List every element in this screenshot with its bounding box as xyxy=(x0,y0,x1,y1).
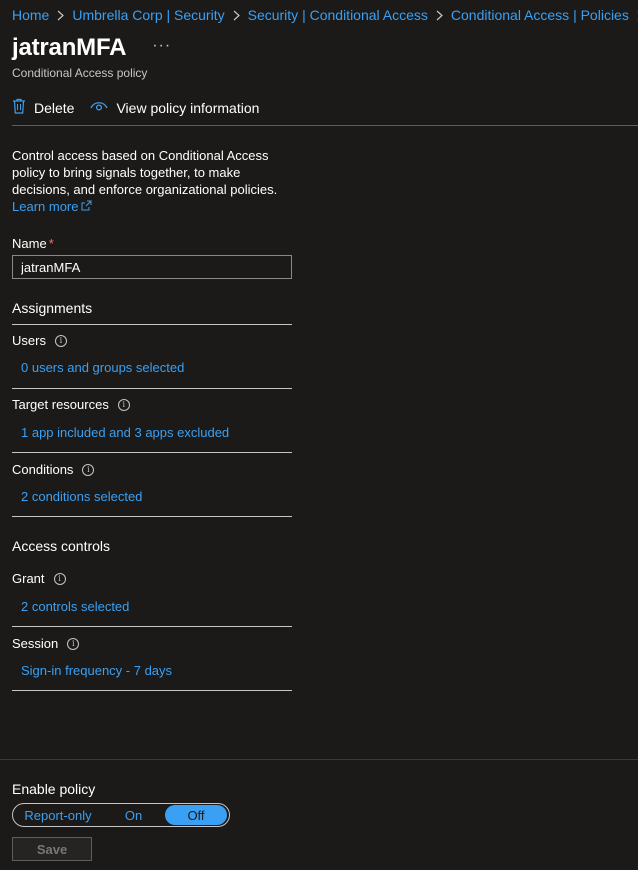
info-icon[interactable]: i xyxy=(117,398,130,411)
enable-policy-toggle: Report-only On Off xyxy=(12,803,230,827)
breadcrumb-security-conditional-access[interactable]: Security | Conditional Access xyxy=(248,7,428,23)
trash-icon xyxy=(12,98,26,117)
session-label-text: Session xyxy=(12,636,59,651)
more-options-button[interactable]: ··· xyxy=(152,37,171,55)
users-label: Users i xyxy=(12,333,67,348)
info-icon[interactable]: i xyxy=(54,334,67,347)
enable-policy-on[interactable]: On xyxy=(102,805,165,825)
required-marker: * xyxy=(48,236,54,251)
divider xyxy=(12,388,292,389)
access-controls-heading: Access controls xyxy=(12,538,111,554)
users-label-text: Users xyxy=(12,333,46,348)
name-label: Name * xyxy=(12,236,54,251)
learn-more-link[interactable]: Learn more xyxy=(12,198,92,215)
breadcrumb-home[interactable]: Home xyxy=(12,7,49,23)
conditions-label-text: Conditions xyxy=(12,462,74,477)
name-input[interactable] xyxy=(12,255,292,279)
view-policy-information-label: View policy information xyxy=(116,99,260,116)
breadcrumb: Home Umbrella Corp | Security Security |… xyxy=(12,7,638,23)
page-subtitle: Conditional Access policy xyxy=(12,66,148,80)
delete-button[interactable]: Delete xyxy=(12,98,74,123)
target-resources-label: Target resources i xyxy=(12,397,130,412)
grant-label: Grant i xyxy=(12,571,66,586)
delete-label: Delete xyxy=(34,99,75,116)
page-header: jatranMFA ··· xyxy=(12,34,171,62)
external-link-icon xyxy=(78,198,92,215)
learn-more-label: Learn more xyxy=(12,199,79,214)
save-button[interactable]: Save xyxy=(12,837,92,861)
info-icon[interactable]: i xyxy=(67,637,80,650)
info-icon[interactable]: i xyxy=(82,463,95,476)
target-resources-label-text: Target resources xyxy=(12,397,109,412)
target-resources-selection-link[interactable]: 1 app included and 3 apps excluded xyxy=(21,425,229,440)
footer-divider xyxy=(0,759,638,760)
session-selection-link[interactable]: Sign-in frequency - 7 days xyxy=(21,663,172,678)
enable-policy-report-only[interactable]: Report-only xyxy=(14,805,102,825)
page-title: jatranMFA xyxy=(12,34,127,61)
divider xyxy=(12,452,292,453)
command-bar: Delete View policy information xyxy=(12,96,638,126)
eye-icon xyxy=(90,100,109,115)
enable-policy-label: Enable policy xyxy=(12,781,96,797)
conditions-label: Conditions i xyxy=(12,462,95,477)
assignments-heading: Assignments xyxy=(12,300,93,316)
breadcrumb-conditional-access-policies[interactable]: Conditional Access | Policies xyxy=(451,7,629,23)
users-selection-link[interactable]: 0 users and groups selected xyxy=(21,360,184,375)
divider xyxy=(12,626,292,627)
divider xyxy=(12,690,292,691)
chevron-right-icon xyxy=(57,10,65,21)
info-icon[interactable]: i xyxy=(53,572,66,585)
grant-label-text: Grant xyxy=(12,571,45,586)
conditions-selection-link[interactable]: 2 conditions selected xyxy=(21,489,142,504)
chevron-right-icon xyxy=(233,10,240,21)
divider xyxy=(12,516,292,517)
enable-policy-off[interactable]: Off xyxy=(165,805,227,825)
intro-description: Control access based on Conditional Acce… xyxy=(12,147,292,215)
chevron-right-icon xyxy=(436,10,443,21)
grant-selection-link[interactable]: 2 controls selected xyxy=(21,599,129,614)
breadcrumb-tenant-security[interactable]: Umbrella Corp | Security xyxy=(72,7,224,23)
session-label: Session i xyxy=(12,636,80,651)
view-policy-information-button[interactable]: View policy information xyxy=(90,100,259,122)
intro-text: Control access based on Conditional Acce… xyxy=(12,148,278,197)
name-label-text: Name xyxy=(12,236,47,251)
divider xyxy=(12,324,292,325)
